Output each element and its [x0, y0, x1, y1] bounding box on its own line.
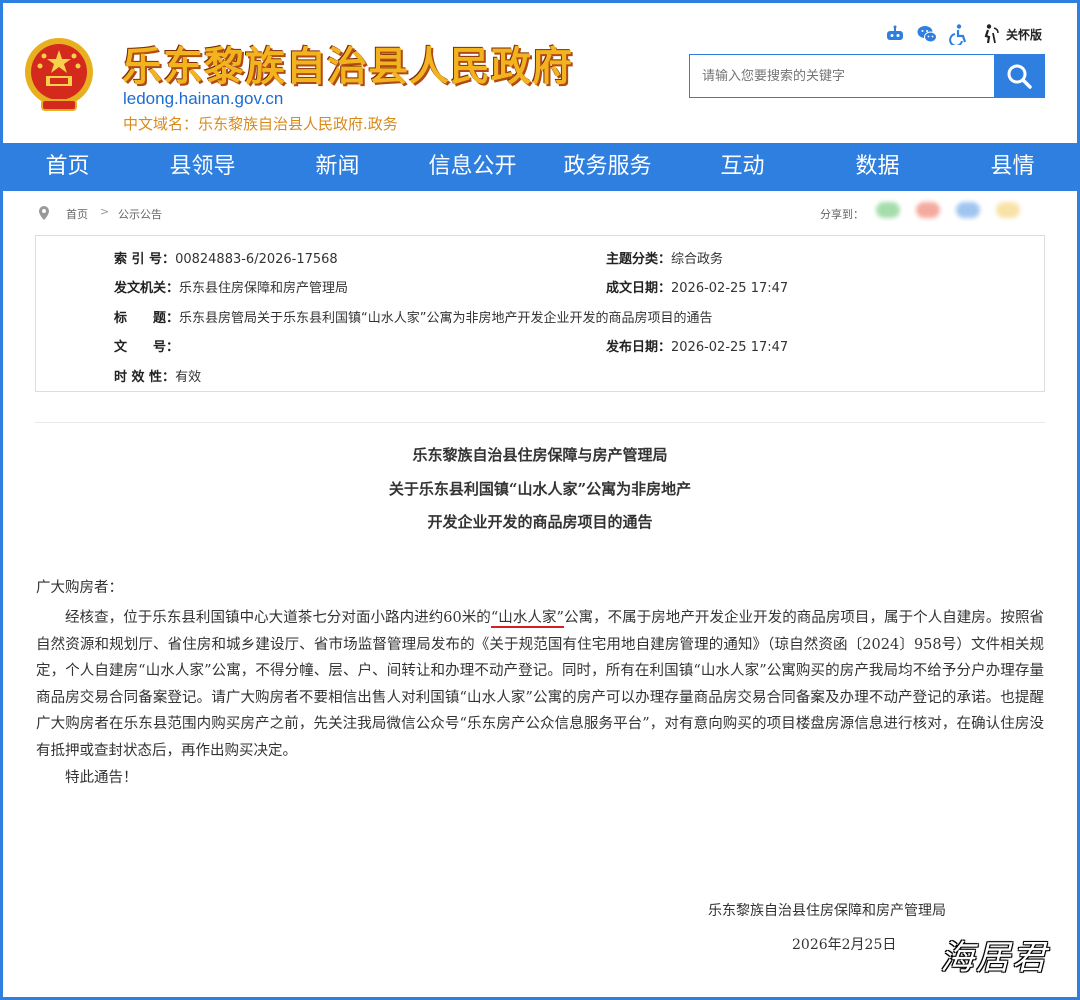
highlight-underline: “山水人家” [490, 610, 564, 628]
info-date-created: 成文日期：2026-02-25 17:47 [606, 281, 789, 296]
article-paragraph: 经核查，位于乐东县利国镇中心大道茶七分对面小路内进约60米的“山水人家”公寓，不… [36, 610, 1045, 759]
nav-item-services[interactable]: 政务服务 [540, 143, 675, 191]
site-title[interactable]: 乐东黎族自治县人民政府 [122, 34, 573, 92]
nav-item-county[interactable]: 县情 [945, 143, 1080, 191]
breadcrumb: 首页 > 公示公告 分享到： [36, 200, 1046, 226]
main-nav: 首页 县领导 新闻 信息公开 政务服务 互动 数据 县情 [0, 143, 1080, 191]
search-box [689, 54, 1045, 98]
nav-item-news[interactable]: 新闻 [270, 143, 405, 191]
search-input[interactable] [690, 55, 996, 97]
section-divider [35, 422, 1045, 423]
article-sign-date: 2026年2月25日 [792, 937, 897, 953]
info-index: 索 引 号：00824883-6/2026-17568 [114, 252, 338, 267]
breadcrumb-home[interactable]: 首页 [66, 206, 88, 222]
search-button[interactable] [994, 55, 1044, 97]
info-title: 标 题：乐东县房管局关于乐东县利国镇“山水人家”公寓为非房地产开发企业开发的商品… [114, 311, 713, 326]
breadcrumb-separator: > [100, 205, 110, 218]
domain-cn: 中文域名：乐东黎族自治县人民政府.政务 [123, 113, 398, 134]
site-header: 乐东黎族自治县人民政府 ledong.hainan.gov.cn 中文域名：乐东… [0, 0, 1080, 143]
wechat-icon[interactable] [916, 23, 938, 45]
share-wechat-icon[interactable] [876, 202, 900, 218]
accessibility-icon[interactable] [948, 23, 970, 45]
info-docno: 文 号： [114, 340, 180, 355]
domain-cn-label: 中文域名： [123, 115, 199, 133]
share-qzone-icon[interactable] [996, 202, 1020, 218]
top-toolbar: 关怀版 [884, 22, 1042, 46]
article-salutation: 广大购房者： [36, 580, 123, 596]
share-qq-icon[interactable] [956, 202, 980, 218]
national-emblem-icon[interactable] [22, 34, 96, 114]
article-title-line-1: 乐东黎族自治县住房保障与房产管理局 [412, 446, 668, 464]
share-label: 分享到： [820, 208, 864, 221]
article-signature: 乐东黎族自治县住房保障和房产管理局 [708, 903, 946, 919]
nav-item-data[interactable]: 数据 [810, 143, 945, 191]
article-title-line-3: 开发企业开发的商品房项目的通告 [427, 513, 653, 531]
elderly-care-icon[interactable] [980, 23, 1002, 45]
document-info-table: 索 引 号：00824883-6/2026-17568 主题分类：综合政务 发文… [35, 235, 1045, 392]
info-date-published: 发布日期：2026-02-25 17:47 [606, 340, 789, 355]
domain-cn-value: 乐东黎族自治县人民政府.政务 [198, 115, 398, 133]
location-pin-icon [39, 206, 49, 220]
nav-item-home[interactable]: 首页 [0, 143, 135, 191]
article-title-line-2: 关于乐东县利国镇“山水人家”公寓为非房地产 [388, 480, 692, 498]
share-buttons [876, 202, 1020, 218]
info-topic: 主题分类：综合政务 [606, 252, 724, 267]
share-weibo-icon[interactable] [916, 202, 940, 218]
nav-item-disclosure[interactable]: 信息公开 [405, 143, 540, 191]
search-icon [1007, 64, 1032, 89]
info-issuer: 发文机关：乐东县住房保障和房产管理局 [114, 281, 349, 296]
care-mode-link[interactable]: 关怀版 [1006, 26, 1042, 43]
robot-icon[interactable] [884, 23, 906, 45]
nav-item-interaction[interactable]: 互动 [675, 143, 810, 191]
breadcrumb-current[interactable]: 公示公告 [118, 206, 162, 222]
domain-en: ledong.hainan.gov.cn [123, 89, 284, 108]
watermark: 海居君 [940, 938, 1048, 978]
info-validity: 时 效 性：有效 [114, 370, 202, 385]
article-body: 经核查，位于乐东县利国镇中心大道茶七分对面小路内进约60米的“山水人家”公寓，不… [36, 605, 1044, 791]
nav-item-leaders[interactable]: 县领导 [135, 143, 270, 191]
article-closing: 特此通告！ [65, 769, 138, 786]
